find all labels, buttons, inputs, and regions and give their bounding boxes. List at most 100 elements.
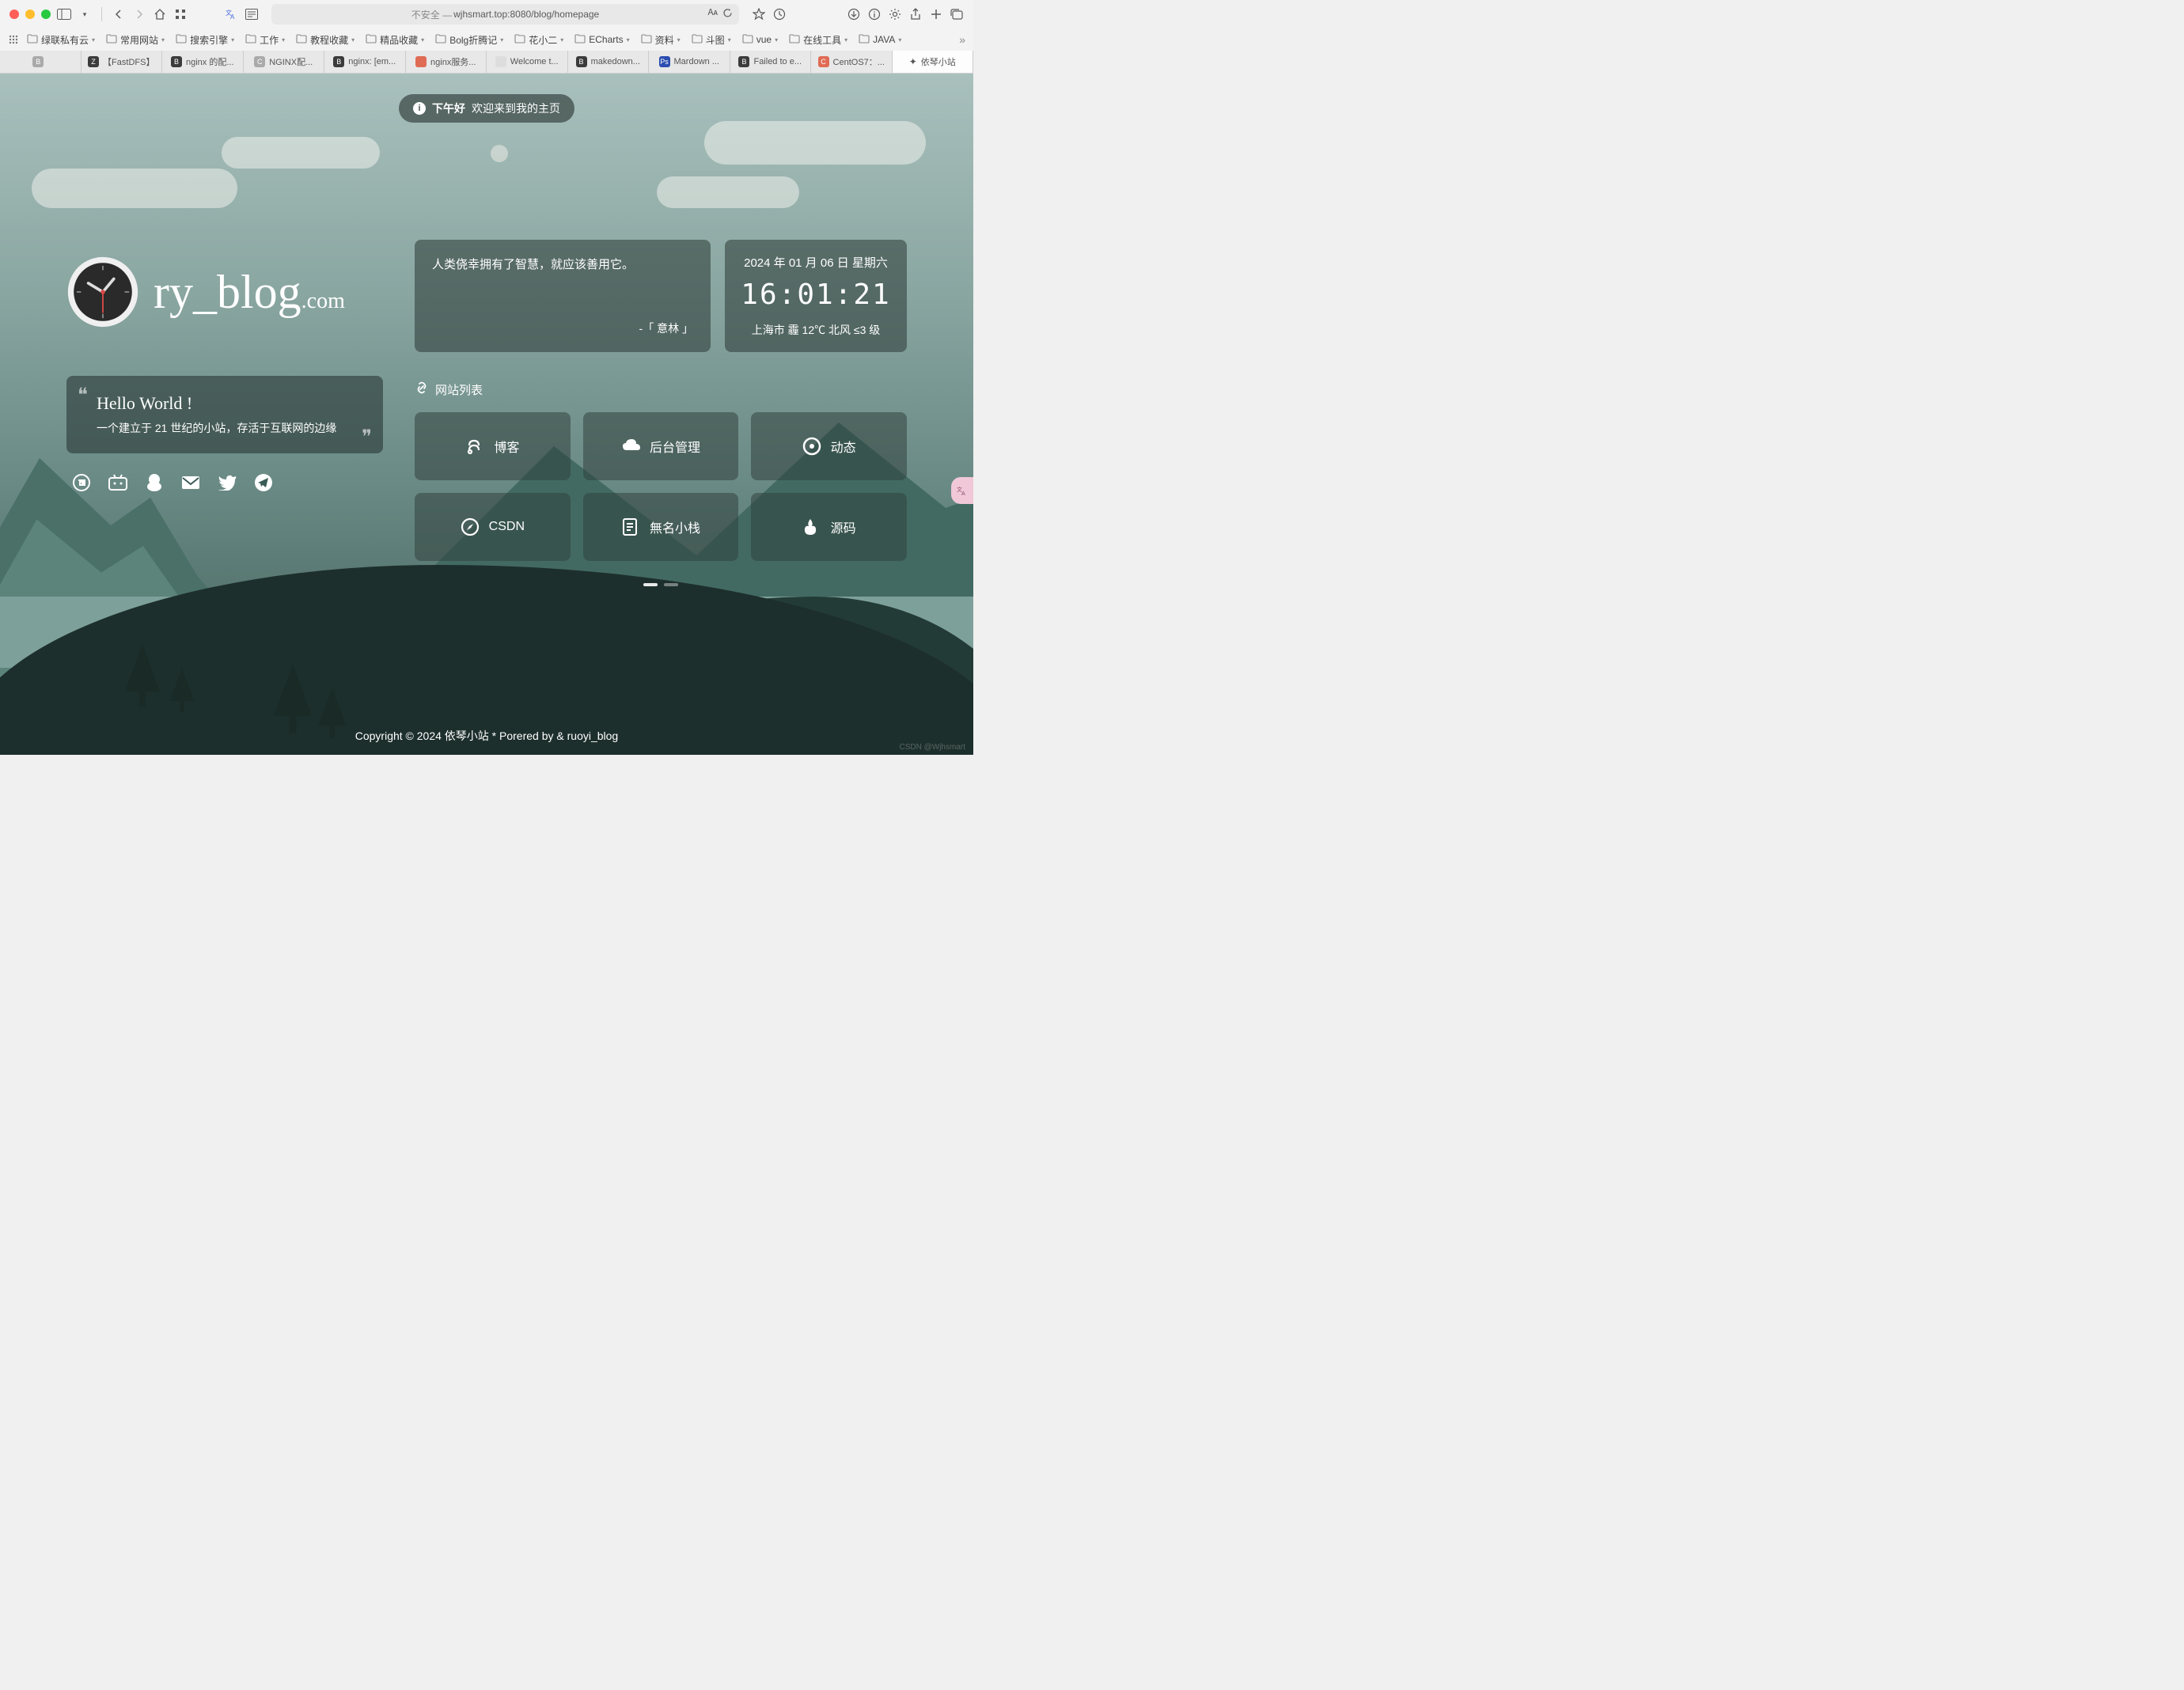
- section-title: 网站列表: [435, 381, 483, 398]
- greeting-pill: i 下午好 欢迎来到我的主页: [399, 94, 574, 123]
- twitter-icon[interactable]: [217, 472, 237, 493]
- tab-label: Welcome t...: [510, 57, 559, 66]
- browser-tab[interactable]: BFailed to e...: [730, 51, 812, 73]
- bookmark-folder[interactable]: ECharts▾: [570, 32, 634, 48]
- bookmark-folder[interactable]: 常用网站▾: [101, 32, 169, 48]
- tabs-overview-icon[interactable]: [950, 7, 964, 21]
- footer: Copyright © 2024 依琴小站 * Porered by & ruo…: [0, 728, 973, 744]
- bookmark-folder[interactable]: 花小二▾: [510, 32, 568, 48]
- chevron-down-icon[interactable]: ▾: [78, 7, 92, 21]
- info-icon[interactable]: [867, 7, 882, 21]
- browser-tab[interactable]: Z【FastDFS】: [82, 51, 163, 73]
- folder-icon: [742, 34, 753, 46]
- share-icon[interactable]: [908, 7, 923, 21]
- link-label: 無名小栈: [650, 517, 700, 536]
- bookmark-folder[interactable]: 教程收藏▾: [291, 32, 359, 48]
- star-icon[interactable]: [752, 7, 766, 21]
- browser-tab[interactable]: nginx服务...: [406, 51, 487, 73]
- tab-label: nginx 的配...: [186, 55, 234, 68]
- qq-icon[interactable]: [144, 472, 165, 493]
- bookmark-folder[interactable]: Bolg折腾记▾: [430, 32, 508, 48]
- link-card-compass[interactable]: CSDN: [415, 493, 571, 561]
- bookmark-folder[interactable]: vue▾: [737, 32, 783, 48]
- grid-mini-icon[interactable]: [8, 34, 19, 45]
- folder-icon: [789, 34, 800, 46]
- tab-favicon: ✦: [909, 56, 917, 67]
- bookmarks-overflow-icon[interactable]: »: [959, 33, 965, 46]
- link-label: 后台管理: [650, 437, 700, 456]
- sidebar-toggle-icon[interactable]: [57, 7, 71, 21]
- new-tab-icon[interactable]: [929, 7, 943, 21]
- tab-favicon: Z: [88, 56, 99, 67]
- bookmark-folder[interactable]: 绿联私有云▾: [22, 32, 100, 48]
- tab-favicon: C: [818, 56, 829, 67]
- maximize-window[interactable]: [41, 9, 51, 19]
- browser-tab[interactable]: CCentOS7：...: [811, 51, 893, 73]
- browser-tab[interactable]: Bmakedown...: [568, 51, 650, 73]
- link-card-doc[interactable]: 無名小栈: [583, 493, 739, 561]
- bookmark-folder[interactable]: 斗图▾: [687, 32, 736, 48]
- tab-label: NGINX配...: [269, 55, 313, 68]
- minimize-window[interactable]: [25, 9, 35, 19]
- browser-tab[interactable]: Bnginx: [em...: [324, 51, 406, 73]
- folder-icon: [514, 34, 525, 46]
- page-dot-2[interactable]: [664, 583, 678, 586]
- browser-tab[interactable]: ✦依琴小站: [893, 51, 974, 73]
- browser-tab[interactable]: CNGINX配...: [244, 51, 325, 73]
- back-icon[interactable]: [112, 7, 126, 21]
- link-card-fire[interactable]: 源码: [751, 493, 907, 561]
- history-icon[interactable]: [772, 7, 787, 21]
- telegram-icon[interactable]: [253, 472, 274, 493]
- address-security-prefix: 不安全 —: [411, 8, 452, 21]
- translate-icon[interactable]: 文A: [224, 7, 238, 21]
- address-bar[interactable]: 不安全 — wjhsmart.top:8080/blog/homepage 🗛: [271, 4, 739, 25]
- home-icon[interactable]: [153, 7, 167, 21]
- folder-icon: [641, 34, 652, 46]
- forward-icon[interactable]: [132, 7, 146, 21]
- tab-label: Mardown ...: [674, 57, 719, 66]
- link-card-cloud[interactable]: 后台管理: [583, 412, 739, 480]
- browser-tab[interactable]: B: [0, 51, 82, 73]
- downloads-icon[interactable]: [847, 7, 861, 21]
- page-content: i 下午好 欢迎来到我的主页 ry_blog: [0, 74, 973, 755]
- link-card-blog[interactable]: 博客: [415, 412, 571, 480]
- bookmark-folder[interactable]: 工作▾: [241, 32, 290, 48]
- bookmark-folder[interactable]: JAVA▾: [854, 32, 906, 48]
- close-window[interactable]: [9, 9, 19, 19]
- bilibili-icon[interactable]: [108, 472, 128, 493]
- link-card-disc[interactable]: 动态: [751, 412, 907, 480]
- quote-card: 人类侥幸拥有了智慧，就应该善用它。 -「 意林 」: [415, 240, 711, 352]
- browser-tab[interactable]: Ps Mardown ...: [649, 51, 730, 73]
- left-column: ry_blog.com ❝ Hello World ! 一个建立于 21 世纪的…: [66, 240, 383, 586]
- clock-card: 2024 年 01 月 06 日 星期六 16:01:21 上海市 霾 12℃ …: [725, 240, 907, 352]
- date-line: 2024 年 01 月 06 日 星期六: [737, 254, 894, 271]
- tab-favicon: [495, 56, 506, 67]
- folder-icon: [296, 34, 307, 46]
- translate-badge-icon[interactable]: 🗛: [708, 8, 718, 21]
- bookmark-folder[interactable]: 搜索引擎▾: [171, 32, 239, 48]
- reader-icon[interactable]: [245, 7, 259, 21]
- folder-icon: [859, 34, 870, 46]
- grid-icon[interactable]: [173, 7, 188, 21]
- bookmark-folder[interactable]: 资料▾: [636, 32, 685, 48]
- browser-tab[interactable]: Welcome t...: [487, 51, 568, 73]
- mail-icon[interactable]: [180, 472, 201, 493]
- translate-float-button[interactable]: 文A: [951, 477, 973, 504]
- bookmark-folder[interactable]: 在线工具▾: [784, 32, 852, 48]
- page-dot-1[interactable]: [643, 583, 658, 586]
- tab-label: Failed to e...: [753, 57, 802, 66]
- info-icon: i: [413, 102, 426, 115]
- folder-icon: [106, 34, 117, 46]
- settings-icon[interactable]: [888, 7, 902, 21]
- bookmarks-bar: 绿联私有云▾常用网站▾搜索引擎▾工作▾教程收藏▾精品收藏▾Bolg折腾记▾花小二…: [0, 28, 973, 51]
- gitee-icon[interactable]: [71, 472, 92, 493]
- bookmark-folder[interactable]: 精品收藏▾: [361, 32, 429, 48]
- tabs-bar: BZ【FastDFS】Bnginx 的配...CNGINX配...Bnginx:…: [0, 51, 973, 73]
- address-url: wjhsmart.top:8080/blog/homepage: [453, 9, 599, 20]
- browser-tab[interactable]: Bnginx 的配...: [162, 51, 244, 73]
- logo-text: ry_blog.com: [154, 265, 345, 320]
- tab-favicon: Ps: [659, 56, 670, 67]
- cloud-decoration: [222, 137, 380, 169]
- compass-icon: [461, 517, 480, 536]
- reload-icon[interactable]: [722, 8, 733, 21]
